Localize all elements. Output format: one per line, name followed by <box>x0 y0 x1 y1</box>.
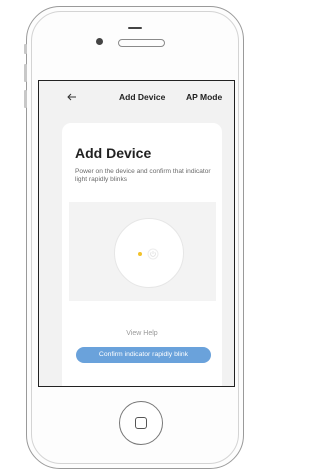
app-screen: Add Device AP Mode Add Device Power on t… <box>38 80 235 387</box>
view-help-link[interactable]: View Help <box>62 330 222 337</box>
volume-button-2 <box>24 90 27 108</box>
volume-button-1 <box>24 64 27 82</box>
front-camera <box>96 38 103 45</box>
card-description: Power on the device and confirm that ind… <box>75 168 211 184</box>
instruction-card: Add Device Power on the device and confi… <box>62 123 222 386</box>
ap-mode-button[interactable]: AP Mode <box>186 92 222 102</box>
indicator-light <box>138 252 142 256</box>
home-square-icon <box>135 417 147 429</box>
device-circle <box>114 218 184 288</box>
page-title: Add Device <box>119 92 166 102</box>
top-speaker-line <box>128 27 142 29</box>
device-illustration <box>69 202 216 301</box>
power-icon <box>147 247 159 260</box>
confirm-blink-button[interactable]: Confirm indicator rapidly blink <box>76 347 211 363</box>
earpiece-speaker <box>118 39 165 47</box>
home-button[interactable] <box>119 401 163 445</box>
card-title: Add Device <box>75 145 152 161</box>
volume-up-button <box>24 44 27 54</box>
app-bar: Add Device AP Mode <box>39 81 234 115</box>
arrow-left-icon[interactable] <box>66 91 78 103</box>
